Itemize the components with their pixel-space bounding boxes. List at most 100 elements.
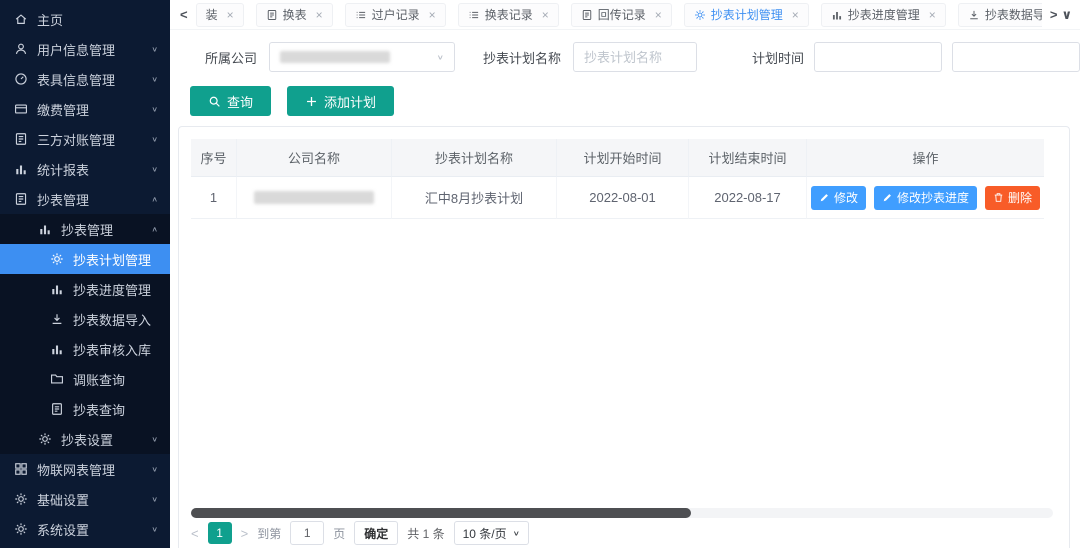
page-unit-label: 页	[333, 525, 345, 542]
sidebar-item-user-info[interactable]: 用户信息管理 ∨	[0, 34, 170, 64]
close-icon[interactable]: ×	[929, 9, 936, 21]
tab-install[interactable]: 装 ×	[196, 3, 244, 27]
sidebar-item-label: 调账查询	[73, 370, 125, 389]
plan-name-input[interactable]	[573, 42, 697, 72]
plans-table: 序号公司名称抄表计划名称计划开始时间计划结束时间操作 1汇中8月抄表计划2022…	[191, 139, 1057, 219]
goto-page-input[interactable]	[290, 521, 324, 545]
chevron-icon: ∨	[151, 525, 158, 534]
sidebar-item-meter-reading[interactable]: 抄表管理 ∧	[0, 184, 170, 214]
sidebar-item-adjust-query[interactable]: 调账查询	[0, 364, 170, 394]
tab-label: 抄表数据导	[985, 6, 1042, 23]
download-icon	[968, 9, 980, 21]
sidebar-item-payment[interactable]: 缴费管理 ∨	[0, 94, 170, 124]
edit-button[interactable]: 修改	[811, 186, 866, 210]
prev-page-icon[interactable]: <	[191, 526, 199, 541]
sidebar-item-label: 统计报表	[37, 160, 89, 179]
plan-name-label: 抄表计划名称	[483, 48, 561, 67]
card-icon	[14, 102, 28, 116]
tab-reading-data-import[interactable]: 抄表数据导	[958, 3, 1042, 27]
docedit-icon	[14, 132, 28, 146]
sidebar-item-basic-settings[interactable]: 基础设置 ∨	[0, 484, 170, 514]
sidebar-item-meter-reading-sub[interactable]: 抄表管理 ∧	[0, 214, 170, 244]
plan-time-end-input[interactable]	[952, 42, 1080, 72]
tab-upload-records[interactable]: 回传记录 ×	[571, 3, 672, 27]
close-icon[interactable]: ×	[316, 9, 323, 21]
gear-icon	[38, 432, 52, 446]
scrollbar-thumb[interactable]	[191, 508, 691, 518]
sidebar-item-home[interactable]: 主页	[0, 4, 170, 34]
gear-icon	[14, 492, 28, 506]
trash-icon	[993, 192, 1004, 203]
sidebar-item-statistics[interactable]: 统计报表 ∨	[0, 154, 170, 184]
goto-label: 到第	[257, 525, 281, 542]
tab-reading-progress[interactable]: 抄表进度管理 ×	[821, 3, 946, 27]
close-icon[interactable]: ×	[429, 9, 436, 21]
tabs-scroll-right-icon[interactable]: >	[1048, 7, 1060, 22]
company-select[interactable]: ∨	[269, 42, 455, 72]
plus-icon	[305, 95, 318, 108]
sidebar-item-reading-audit[interactable]: 抄表审核入库	[0, 334, 170, 364]
sidebar-item-label: 物联网表管理	[37, 460, 115, 479]
close-icon[interactable]: ×	[792, 9, 799, 21]
tab-meter-change[interactable]: 换表 ×	[256, 3, 333, 27]
app-window: 主页 用户信息管理 ∨ 表具信息管理 ∨ 缴费管理 ∨ 三方对账管理 ∨ 统计报…	[0, 0, 1080, 548]
tabs-overflow-icon[interactable]: ∨	[1059, 7, 1074, 23]
next-page-icon[interactable]: >	[241, 526, 249, 541]
chevron-icon: ∧	[151, 225, 158, 234]
sidebar-item-reading-settings[interactable]: 抄表设置 ∨	[0, 424, 170, 454]
chart-icon	[50, 342, 64, 356]
action-button-label: 修改抄表进度	[897, 189, 969, 206]
tab-label: 过户记录	[372, 6, 420, 23]
sidebar-item-reading-plan[interactable]: 抄表计划管理	[0, 244, 170, 274]
search-button-label: 查询	[227, 92, 253, 111]
edit-progress-button[interactable]: 修改抄表进度	[874, 186, 977, 210]
chevron-icon: ∧	[151, 195, 158, 204]
tabs-scroll-left-icon[interactable]: <	[178, 7, 190, 22]
tabs: 装 × 换表 × 过户记录 × 换表记录 × 回传记录 × 抄表计划管理 × 抄…	[196, 3, 1042, 27]
sidebar: 主页 用户信息管理 ∨ 表具信息管理 ∨ 缴费管理 ∨ 三方对账管理 ∨ 统计报…	[0, 0, 170, 548]
horizontal-scrollbar[interactable]	[191, 508, 1053, 518]
column-header: 抄表计划名称	[392, 139, 557, 177]
delete-button[interactable]: 删除	[985, 186, 1040, 210]
table-panel: 序号公司名称抄表计划名称计划开始时间计划结束时间操作 1汇中8月抄表计划2022…	[178, 126, 1070, 548]
plan-time-start-input[interactable]	[814, 42, 942, 72]
cell-actions: 修改 修改抄表进度 删除	[807, 177, 1044, 219]
sidebar-item-meter-info[interactable]: 表具信息管理 ∨	[0, 64, 170, 94]
confirm-button[interactable]: 确定	[354, 521, 398, 545]
chevron-down-icon: ∨	[437, 53, 444, 61]
chart-icon	[50, 282, 64, 296]
close-icon[interactable]: ×	[542, 9, 549, 21]
page-size-select[interactable]: 10 条/页 ∨	[454, 521, 529, 545]
sidebar-item-reconciliation[interactable]: 三方对账管理 ∨	[0, 124, 170, 154]
tab-label: 回传记录	[598, 6, 646, 23]
tab-change-records[interactable]: 换表记录 ×	[458, 3, 559, 27]
close-icon[interactable]: ×	[227, 9, 234, 21]
sidebar-item-reading-progress[interactable]: 抄表进度管理	[0, 274, 170, 304]
sidebar-item-label: 抄表管理	[61, 220, 113, 239]
sidebar-item-label: 抄表计划管理	[73, 250, 151, 269]
page-1-button[interactable]: 1	[208, 522, 232, 544]
sidebar-item-reading-query[interactable]: 抄表查询	[0, 394, 170, 424]
add-plan-button[interactable]: 添加计划	[287, 86, 394, 116]
sidebar-item-system-settings[interactable]: 系统设置 ∨	[0, 514, 170, 544]
sidebar-item-reading-data-import[interactable]: 抄表数据导入	[0, 304, 170, 334]
close-icon[interactable]: ×	[655, 9, 662, 21]
column-header: 计划开始时间	[557, 139, 689, 177]
main-area: < 装 × 换表 × 过户记录 × 换表记录 × 回传记录 × 抄表计划管理 ×…	[170, 0, 1080, 548]
search-button[interactable]: 查询	[190, 86, 271, 116]
add-plan-button-label: 添加计划	[324, 92, 376, 111]
tab-bar: < 装 × 换表 × 过户记录 × 换表记录 × 回传记录 × 抄表计划管理 ×…	[170, 0, 1080, 30]
tab-label: 装	[206, 6, 218, 23]
tab-reading-plan[interactable]: 抄表计划管理 ×	[684, 3, 809, 27]
chevron-icon: ∨	[151, 105, 158, 114]
sidebar-item-label: 抄表管理	[37, 190, 89, 209]
cell-company	[237, 177, 392, 219]
tab-transfer-records[interactable]: 过户记录 ×	[345, 3, 446, 27]
table-body: 1汇中8月抄表计划2022-08-012022-08-17 修改 修改抄表进度 …	[191, 177, 1057, 219]
cell-end-date: 2022-08-17	[689, 177, 807, 219]
sidebar-item-iot-meter[interactable]: 物联网表管理 ∨	[0, 454, 170, 484]
page-size-value: 10 条/页	[463, 525, 507, 542]
plan-time-label: 计划时间	[752, 48, 804, 67]
user-icon	[14, 42, 28, 56]
list-icon	[468, 9, 480, 21]
